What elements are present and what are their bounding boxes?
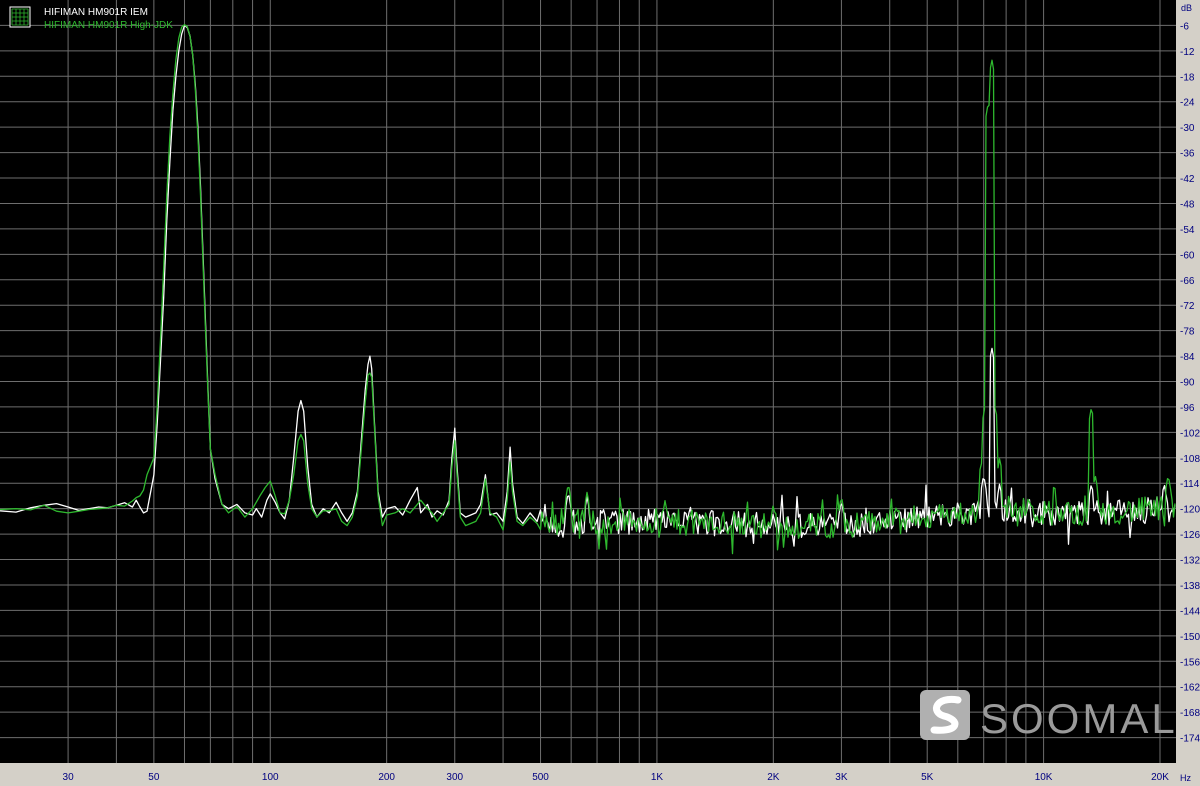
x-unit-label: Hz (1180, 773, 1191, 783)
y-tick-label: -78 (1180, 327, 1195, 338)
y-tick-label: -96 (1180, 403, 1195, 414)
x-tick-label: 2K (767, 772, 780, 783)
x-tick-label: 50 (148, 772, 160, 783)
y-tick-label: -138 (1180, 581, 1200, 592)
y-tick-label: -90 (1180, 378, 1195, 389)
legend-entry-0: HIFIMAN HM901R IEM (44, 7, 148, 18)
y-tick-label: -36 (1180, 149, 1195, 160)
x-tick-label: 100 (262, 772, 279, 783)
x-tick-label: 10K (1035, 772, 1053, 783)
y-tick-label: -126 (1180, 530, 1200, 541)
y-tick-label: -30 (1180, 123, 1195, 134)
x-tick-label: 5K (921, 772, 934, 783)
y-tick-label: -114 (1180, 479, 1200, 490)
x-tick-label: 30 (63, 772, 75, 783)
y-tick-label: -108 (1180, 454, 1200, 465)
y-tick-label: -132 (1180, 556, 1200, 567)
y-tick-label: -66 (1180, 276, 1195, 287)
y-tick-label: -150 (1180, 632, 1200, 643)
y-tick-label: -12 (1180, 47, 1195, 58)
y-tick-label: -120 (1180, 505, 1200, 516)
y-tick-label: -54 (1180, 225, 1195, 236)
legend-entry-1: HIFIMAN HM901R High-JDK (44, 20, 173, 31)
watermark: SOOMAL (920, 690, 1178, 742)
y-tick-label: -84 (1180, 352, 1195, 363)
watermark-text: SOOMAL (980, 695, 1178, 742)
x-tick-label: 300 (446, 772, 463, 783)
x-tick-label: 200 (378, 772, 395, 783)
y-tick-label: -162 (1180, 683, 1200, 694)
x-tick-label: 3K (835, 772, 848, 783)
x-tick-label: 20K (1151, 772, 1169, 783)
y-tick-label: -42 (1180, 174, 1195, 185)
y-tick-label: -18 (1180, 72, 1195, 83)
y-tick-label: -102 (1180, 428, 1200, 439)
x-tick-label: 500 (532, 772, 549, 783)
grid-icon (9, 6, 31, 28)
y-tick-label: -60 (1180, 250, 1195, 261)
y-tick-label: -24 (1180, 98, 1195, 109)
y-tick-label: -168 (1180, 708, 1200, 719)
y-tick-label: -156 (1180, 657, 1200, 668)
y-tick-label: -48 (1180, 199, 1195, 210)
x-tick-label: 1K (651, 772, 664, 783)
spectrum-chart: dB -6 -12 -18 -24 -30 -36 -42 -48 -54 -60 -66 -72 -7… (0, 0, 1200, 786)
y-tick-label: -6 (1180, 21, 1189, 32)
y-tick-label: -144 (1180, 606, 1200, 617)
y-unit-label: dB (1181, 3, 1192, 13)
y-tick-label: -174 (1180, 734, 1200, 745)
soomal-logo-icon (920, 690, 970, 740)
y-tick-label: -72 (1180, 301, 1195, 312)
